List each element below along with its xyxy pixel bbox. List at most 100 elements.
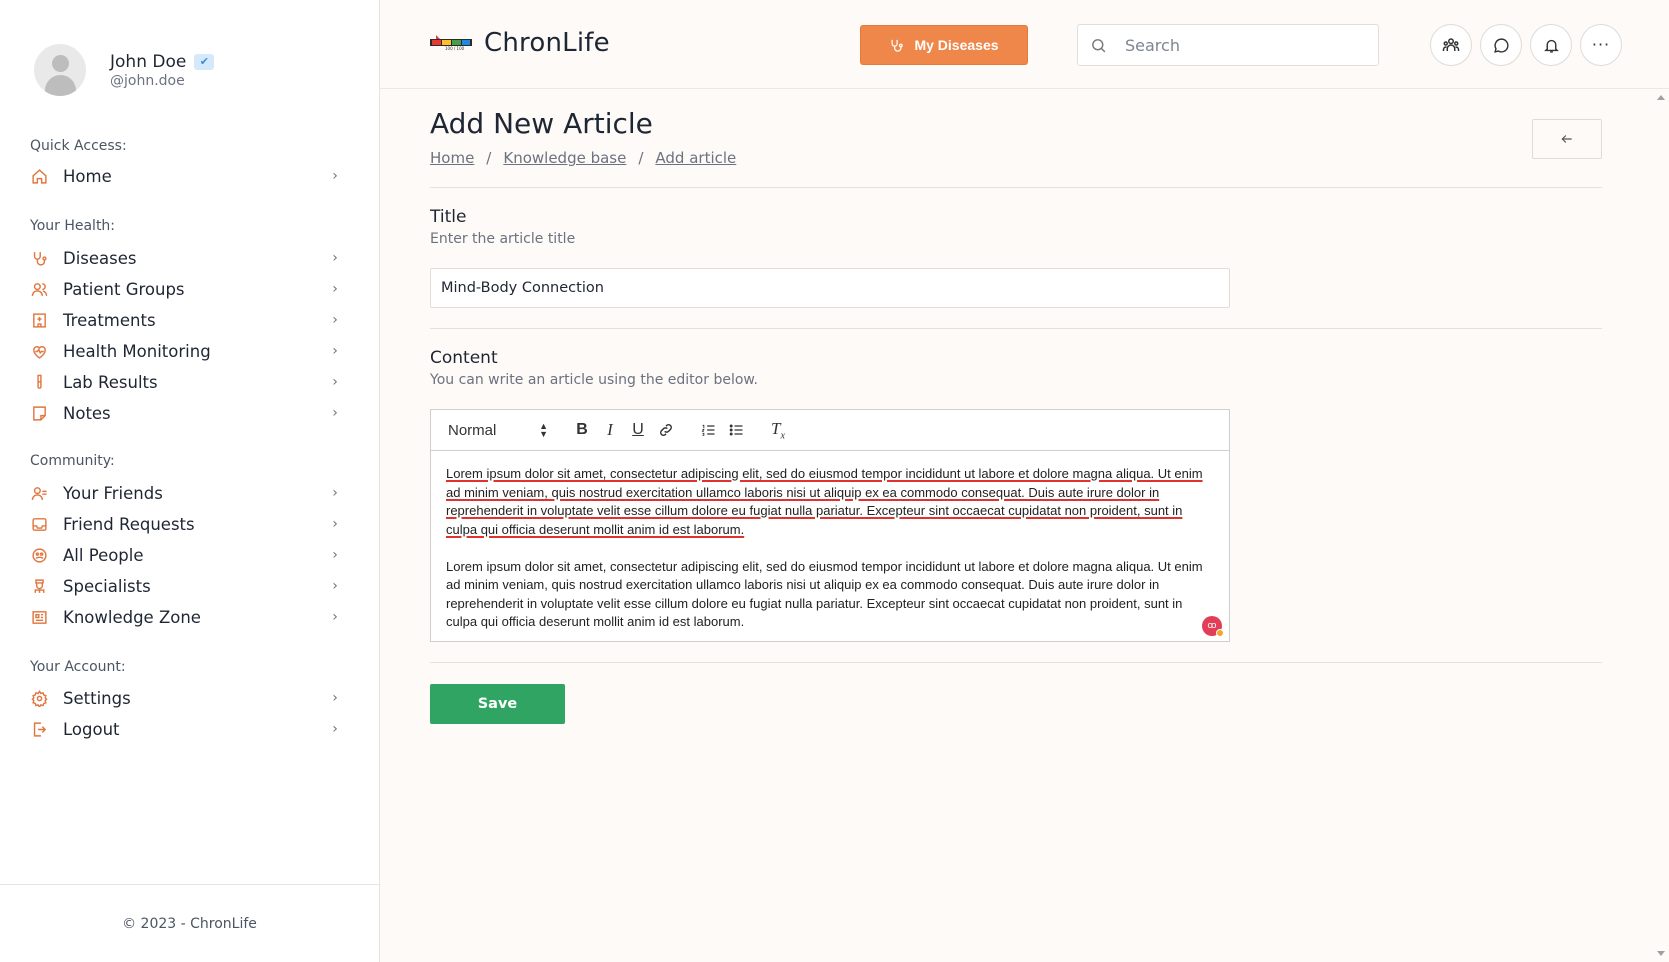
sidebar-item-all-people[interactable]: All People ›	[30, 541, 342, 569]
more-horizontal-icon: ···	[1591, 35, 1611, 54]
ordered-list-button[interactable]	[694, 418, 722, 442]
sidebar-item-label: Logout	[63, 719, 120, 739]
newspaper-icon	[30, 608, 48, 626]
divider	[430, 187, 1602, 188]
editor-content[interactable]: Lorem ipsum dolor sit amet, consectetur …	[431, 451, 1229, 632]
stethoscope-icon	[889, 38, 904, 53]
breadcrumb-separator: /	[638, 149, 644, 167]
save-button[interactable]: Save	[430, 684, 565, 724]
select-arrows-icon: ▲ ▼	[539, 421, 548, 439]
rich-text-editor: Normal ▲ ▼ B I U Tx Lorem ipsum dolor sit…	[430, 409, 1230, 642]
sidebar-item-logout[interactable]: Logout ›	[30, 715, 342, 743]
my-diseases-label: My Diseases	[914, 37, 999, 53]
user-profile[interactable]: John Doe ✔ @john.doe	[34, 44, 215, 96]
sidebar-item-label: Friend Requests	[63, 514, 195, 534]
brand-name: ChronLife	[484, 28, 610, 58]
vertical-scrollbar[interactable]	[1653, 89, 1669, 962]
gear-icon	[30, 689, 48, 707]
link-button[interactable]	[652, 418, 680, 442]
chevron-right-icon: ›	[332, 281, 338, 297]
heart-pulse-icon	[30, 342, 48, 360]
divider	[430, 662, 1602, 663]
back-button[interactable]	[1532, 119, 1602, 159]
breadcrumb-knowledge-base[interactable]: Knowledge base	[503, 149, 626, 167]
chevron-right-icon: ›	[332, 485, 338, 501]
chevron-right-icon: ›	[332, 343, 338, 359]
notifications-button[interactable]	[1530, 24, 1572, 66]
sidebar-item-your-friends[interactable]: Your Friends ›	[30, 479, 342, 507]
section-label-quick-access: Quick Access:	[30, 138, 127, 154]
home-icon	[30, 167, 48, 185]
scroll-down-arrow-icon[interactable]	[1657, 951, 1665, 956]
messages-button[interactable]	[1480, 24, 1522, 66]
sidebar-footer: © 2023 - ChronLife	[0, 884, 379, 962]
globe-people-icon	[30, 546, 48, 564]
search-box[interactable]	[1077, 24, 1379, 66]
title-help: Enter the article title	[430, 231, 576, 247]
breadcrumb: Home / Knowledge base / Add article	[430, 149, 736, 167]
ordered-list-icon	[700, 422, 717, 438]
underline-button[interactable]: U	[624, 418, 652, 442]
sidebar-item-knowledge-zone[interactable]: Knowledge Zone ›	[30, 603, 342, 631]
sidebar-item-label: Settings	[63, 688, 131, 708]
breadcrumb-add-article[interactable]: Add article	[655, 149, 736, 167]
chat-bubble-icon	[1493, 37, 1510, 54]
my-diseases-button[interactable]: My Diseases	[860, 25, 1028, 65]
editor-paragraph: Lorem ipsum dolor sit amet, consectetur …	[446, 558, 1203, 630]
sidebar-item-settings[interactable]: Settings ›	[30, 684, 342, 712]
bullet-list-button[interactable]	[722, 418, 750, 442]
sidebar-item-notes[interactable]: Notes ›	[30, 399, 342, 427]
chevron-right-icon: ›	[332, 721, 338, 737]
scroll-up-arrow-icon[interactable]	[1657, 95, 1665, 100]
content-help: You can write an article using the edito…	[430, 372, 759, 388]
user-name: John Doe	[110, 51, 187, 72]
sidebar: John Doe ✔ @john.doe Quick Access: Home …	[0, 0, 380, 962]
bold-button[interactable]: B	[568, 418, 596, 442]
sidebar-item-friend-requests[interactable]: Friend Requests ›	[30, 510, 342, 538]
search-input[interactable]	[1125, 35, 1365, 55]
sidebar-item-diseases[interactable]: Diseases ›	[30, 244, 342, 272]
sidebar-item-lab-results[interactable]: Lab Results ›	[30, 368, 342, 396]
sidebar-item-home[interactable]: Home ›	[30, 162, 342, 190]
clear-format-button[interactable]: Tx	[764, 418, 792, 442]
breadcrumb-separator: /	[486, 149, 492, 167]
user-check-icon	[30, 484, 48, 502]
sidebar-item-health-monitoring[interactable]: Health Monitoring ›	[30, 337, 342, 365]
breadcrumb-home[interactable]: Home	[430, 149, 474, 167]
note-icon	[30, 404, 48, 422]
sidebar-item-label: Diseases	[63, 248, 137, 268]
avatar	[34, 44, 86, 96]
chevron-right-icon: ›	[332, 690, 338, 706]
top-header: 100 / 100 ChronLife My Diseases ···	[380, 0, 1669, 89]
section-label-your-health: Your Health:	[30, 218, 116, 234]
content-label: Content	[430, 348, 498, 368]
brand-logo[interactable]: 100 / 100 ChronLife	[430, 28, 610, 58]
title-input[interactable]	[430, 268, 1230, 308]
search-icon	[1090, 37, 1107, 54]
chevron-right-icon: ›	[332, 405, 338, 421]
chevron-right-icon: ›	[332, 578, 338, 594]
sidebar-item-label: All People	[63, 545, 144, 565]
sidebar-item-specialists[interactable]: Specialists ›	[30, 572, 342, 600]
format-select[interactable]: Normal ▲ ▼	[448, 422, 548, 439]
format-select-value: Normal	[448, 421, 497, 439]
more-button[interactable]: ···	[1580, 24, 1622, 66]
users-icon	[30, 280, 48, 298]
sidebar-item-label: Lab Results	[63, 372, 158, 392]
logout-icon	[30, 720, 48, 738]
logo-caption: 100 / 100	[445, 46, 465, 51]
italic-button[interactable]: I	[596, 418, 624, 442]
grammarly-status-dot	[1216, 629, 1224, 637]
sidebar-item-treatments[interactable]: Treatments ›	[30, 306, 342, 334]
user-handle: @john.doe	[110, 72, 185, 89]
grammarly-icon[interactable]: ꝏ	[1202, 616, 1224, 637]
test-tube-icon	[30, 373, 48, 391]
section-label-community: Community:	[30, 453, 115, 469]
sidebar-item-label: Your Friends	[63, 483, 163, 503]
link-icon	[658, 422, 674, 438]
chevron-right-icon: ›	[332, 547, 338, 563]
sidebar-item-patient-groups[interactable]: Patient Groups ›	[30, 275, 342, 303]
groups-button[interactable]	[1430, 24, 1472, 66]
chevron-right-icon: ›	[332, 516, 338, 532]
divider	[430, 328, 1602, 329]
